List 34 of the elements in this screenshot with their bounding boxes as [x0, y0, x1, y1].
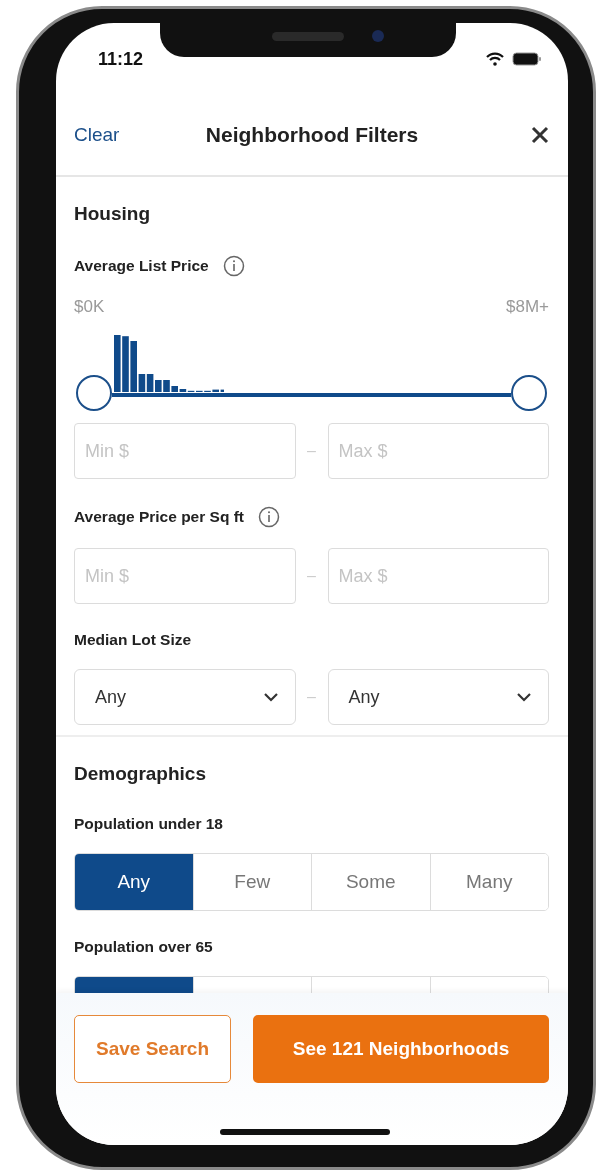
- filter-label: Average List Price: [74, 257, 209, 275]
- range-separator: –: [306, 688, 317, 706]
- screen-title: Neighborhood Filters: [205, 123, 419, 146]
- see-results-button[interactable]: See 121 Neighborhoods: [253, 1015, 549, 1083]
- clear-button[interactable]: Clear: [74, 124, 120, 146]
- filter-label: Population over 65: [74, 938, 213, 956]
- chevron-down-icon: [262, 692, 279, 702]
- lot-size-dropdown[interactable]: Any: [74, 669, 296, 725]
- filter-label: Population under 18: [74, 815, 223, 833]
- filter-label: Median Lot Size: [74, 631, 192, 649]
- status-time: 11:12: [98, 48, 144, 70]
- info-icon[interactable]: [258, 506, 280, 528]
- segment-option[interactable]: Any: [75, 854, 193, 910]
- lot-size-dropdown[interactable]: Any: [327, 669, 549, 725]
- close-button[interactable]: [530, 125, 550, 145]
- chevron-down-icon: [516, 692, 532, 702]
- price-input[interactable]: Min $: [74, 548, 296, 604]
- section-title: Demographics: [74, 763, 207, 785]
- wifi-icon: [486, 52, 504, 66]
- section-title: Housing: [74, 203, 151, 225]
- price-input[interactable]: Max $: [327, 423, 549, 479]
- price-input[interactable]: Min $: [74, 423, 296, 479]
- max-price-label: $8M+: [506, 297, 549, 317]
- range-separator: –: [306, 442, 317, 460]
- slider-handle[interactable]: [511, 375, 547, 411]
- price-input[interactable]: Max $: [327, 548, 549, 604]
- slider-handle[interactable]: [76, 375, 112, 411]
- range-separator: –: [306, 567, 317, 585]
- battery-icon: [512, 52, 542, 66]
- info-icon[interactable]: [222, 255, 245, 277]
- min-price-label: $0K: [74, 297, 105, 317]
- save-search-button[interactable]: Save Search: [74, 1015, 231, 1083]
- segment-option[interactable]: Many: [429, 854, 548, 910]
- filter-label: Average Price per Sq ft: [74, 508, 244, 526]
